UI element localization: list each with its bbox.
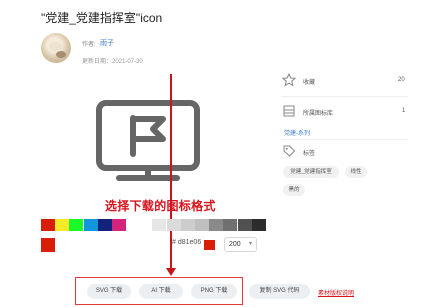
- color-swatch[interactable]: [223, 219, 238, 231]
- hex-color-chip[interactable]: [204, 240, 215, 250]
- tag-item[interactable]: 线性: [345, 166, 367, 178]
- svg-download-button[interactable]: SVG 下载: [87, 284, 131, 299]
- color-swatch[interactable]: [112, 219, 126, 231]
- annotation-arrow: [166, 210, 176, 276]
- favorite-count: 20: [398, 77, 405, 83]
- color-swatch[interactable]: [166, 219, 181, 231]
- hex-prefix: #: [172, 239, 176, 246]
- hex-input[interactable]: # d81e06: [172, 239, 201, 246]
- tags-label: 标签: [303, 151, 316, 157]
- color-swatch[interactable]: [55, 219, 70, 231]
- series-link[interactable]: 党建-系列: [284, 128, 310, 137]
- color-swatch[interactable]: [251, 219, 266, 231]
- color-swatch[interactable]: [41, 219, 55, 231]
- color-swatch[interactable]: [138, 219, 153, 231]
- color-swatch[interactable]: [180, 219, 195, 231]
- tag-icon: [283, 145, 296, 157]
- color-swatch[interactable]: [83, 219, 98, 231]
- selected-color-swatch[interactable]: [41, 238, 55, 252]
- copyright-notice-link[interactable]: 素材版权说明: [318, 288, 354, 297]
- color-swatch[interactable]: [195, 219, 209, 231]
- size-select[interactable]: 200 ▾: [224, 237, 257, 252]
- annotation-text: 选择下载的图标格式: [105, 199, 216, 213]
- favorite-label: 收藏: [303, 80, 316, 86]
- library-label: 所属图标库: [303, 111, 334, 117]
- hex-value: d81e06: [177, 239, 202, 246]
- copy-svg-code-button[interactable]: 复制 SVG 代码: [249, 284, 310, 299]
- ai-download-button[interactable]: AI 下载: [139, 284, 183, 299]
- library-icon: [283, 105, 295, 117]
- color-swatch[interactable]: [69, 219, 84, 231]
- color-swatch[interactable]: [209, 219, 224, 231]
- color-swatch[interactable]: [237, 219, 252, 231]
- color-swatch[interactable]: [97, 219, 112, 231]
- library-count: 1: [402, 108, 406, 114]
- sidebar-divider: [281, 139, 408, 140]
- tag-item[interactable]: 党建_党建指挥室: [283, 166, 339, 178]
- color-swatch[interactable]: [152, 219, 167, 231]
- sidebar-divider: [281, 96, 408, 97]
- size-value: 200: [229, 241, 241, 248]
- star-icon[interactable]: [282, 73, 296, 87]
- tag-item[interactable]: 黑的: [283, 184, 305, 196]
- chevron-down-icon: ▾: [248, 241, 252, 247]
- png-download-button[interactable]: PNG 下载: [191, 284, 237, 299]
